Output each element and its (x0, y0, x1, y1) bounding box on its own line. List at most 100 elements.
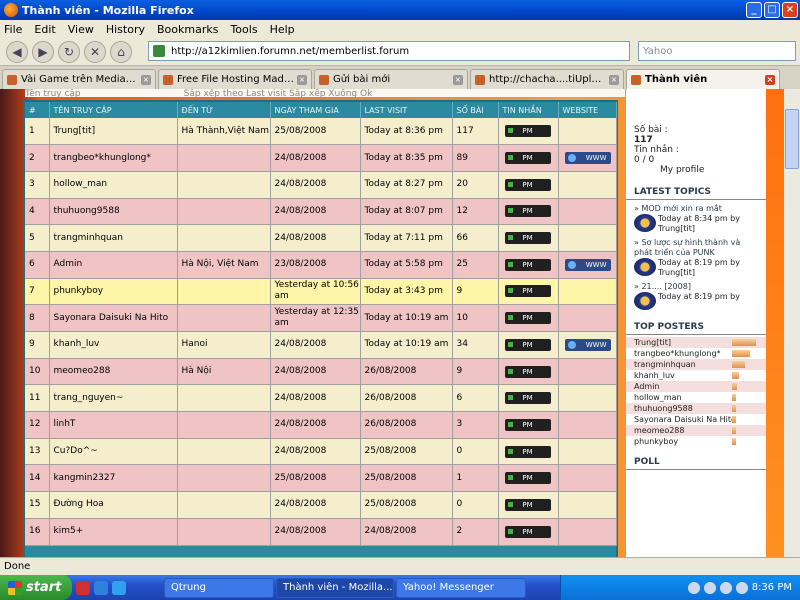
my-profile-link[interactable]: My profile (634, 165, 758, 175)
back-icon[interactable]: ◀ (6, 40, 28, 63)
poster-name-link[interactable]: Sayonara Daisuki Na Hito (634, 415, 732, 424)
tab-close-icon[interactable]: × (453, 74, 463, 85)
poster-name-link[interactable]: phunkyboy (634, 437, 732, 446)
search-box[interactable]: Yahoo (638, 41, 796, 61)
volume-icon[interactable] (719, 581, 732, 594)
member-name-link[interactable]: phunkyboy (49, 278, 178, 306)
member-name-link[interactable]: hollow_man (49, 171, 178, 199)
ok-button[interactable]: Ok (360, 89, 372, 97)
poster-name-link[interactable]: khanh_luv (634, 371, 732, 380)
pm-button[interactable]: PM (504, 125, 551, 138)
pm-button[interactable]: PM (504, 365, 551, 378)
pm-button[interactable]: PM (504, 258, 551, 271)
member-name-link[interactable]: Admin (49, 251, 178, 279)
forward-icon[interactable]: ▶ (32, 40, 54, 63)
tab-close-icon[interactable]: × (609, 74, 619, 85)
maximize-button[interactable]: □ (764, 2, 780, 18)
member-name-link[interactable]: Sayonara Daisuki Na Hito (49, 304, 178, 332)
column-header[interactable]: TÊN TRUY CẬP (49, 102, 178, 118)
scrollbar-thumb[interactable] (785, 109, 799, 169)
menu-item-tools[interactable]: Tools (230, 23, 257, 36)
column-header[interactable]: SỐ BÀI (452, 102, 499, 118)
tab-4[interactable]: Thành viên × (626, 69, 780, 89)
network-icon[interactable] (735, 581, 748, 594)
tab-close-icon[interactable]: × (765, 74, 775, 85)
close-button[interactable]: × (782, 2, 798, 18)
pm-button[interactable]: PM (504, 152, 551, 165)
taskbar-button-1[interactable]: Thành viên - Mozilla... (276, 577, 394, 598)
tab-0[interactable]: Vài Game trên MediaFire - Ga...× (2, 69, 156, 89)
stop-icon[interactable]: ✕ (84, 40, 106, 63)
poster-name-link[interactable]: meomeo288 (634, 426, 732, 435)
menu-item-bookmarks[interactable]: Bookmarks (157, 23, 218, 36)
poster-name-link[interactable]: trangminhquan (634, 360, 732, 369)
quicklaunch-icon[interactable] (76, 580, 90, 595)
tab-close-icon[interactable]: × (141, 74, 151, 85)
menu-item-edit[interactable]: Edit (34, 23, 55, 36)
website-button[interactable]: WWW (564, 152, 611, 165)
menu-item-help[interactable]: Help (270, 23, 295, 36)
member-name-link[interactable]: kim5+ (49, 518, 178, 546)
menu-item-file[interactable]: File (4, 23, 22, 36)
column-header[interactable]: # (25, 102, 50, 118)
column-header[interactable]: NGÀY THAM GIA (270, 102, 361, 118)
topic-title-link[interactable]: » Sơ lược sự hình thành và phát triển củ… (634, 238, 758, 258)
media-icon[interactable] (703, 581, 716, 594)
pm-button[interactable]: PM (504, 178, 551, 191)
menu-item-view[interactable]: View (68, 23, 94, 36)
member-name-link[interactable]: trangminhquan (49, 224, 178, 252)
tab-1[interactable]: Free File Hosting Made Simpl...× (158, 69, 312, 89)
taskbar-button-2[interactable]: Yahoo! Messenger (396, 577, 526, 598)
topic-title-link[interactable]: » 21.... [2008] (634, 282, 758, 292)
member-name-link[interactable]: Đường Hoa (49, 491, 178, 519)
poster-name-link[interactable]: Admin (634, 382, 732, 391)
pm-button[interactable]: PM (504, 498, 551, 511)
pm-button[interactable]: PM (504, 418, 551, 431)
poster-name-link[interactable]: trangbeo*khunglong* (634, 349, 732, 358)
member-name-link[interactable]: thuhuong9588 (49, 198, 178, 226)
poster-name-link[interactable]: hollow_man (634, 393, 732, 402)
sort-select[interactable]: Last visit (246, 89, 286, 97)
pm-button[interactable]: PM (504, 472, 551, 485)
home-icon[interactable]: ⌂ (110, 40, 132, 63)
tab-2[interactable]: Gửi bài mới × (314, 69, 468, 89)
pm-button[interactable]: PM (504, 392, 551, 405)
poster-name-link[interactable]: Trung[tit] (634, 338, 732, 347)
quicklaunch-icon[interactable] (112, 580, 126, 595)
column-header[interactable]: LAST VISIT (360, 102, 453, 118)
column-header[interactable]: ĐẾN TỪ (177, 102, 271, 118)
tab-close-icon[interactable]: × (297, 74, 307, 85)
member-name-link[interactable]: khanh_luv (49, 331, 178, 359)
member-name-link[interactable]: trangbeo*khunglong* (49, 144, 178, 172)
website-button[interactable]: WWW (564, 258, 611, 271)
minimize-button[interactable]: _ (746, 2, 762, 18)
url-bar[interactable]: http://a12kimlien.forumn.net/memberlist.… (148, 41, 630, 61)
quicklaunch-icon[interactable] (94, 580, 108, 595)
pm-button[interactable]: PM (504, 312, 551, 325)
start-button[interactable]: start (0, 575, 72, 600)
member-name-link[interactable]: Cu?Do^~ (49, 438, 178, 466)
pm-button[interactable]: PM (504, 205, 551, 218)
member-name-link[interactable]: meomeo288 (49, 358, 178, 386)
menu-item-history[interactable]: History (106, 23, 145, 36)
poster-name-link[interactable]: thuhuong9588 (634, 404, 732, 413)
member-name-link[interactable]: kangmin2327 (49, 464, 178, 493)
member-name-link[interactable]: trang_nguyen~ (49, 384, 178, 413)
pm-button[interactable]: PM (504, 525, 551, 538)
vertical-scrollbar[interactable] (784, 89, 800, 557)
order-select[interactable]: Xuống (328, 89, 357, 97)
topic-title-link[interactable]: » MOD mới xin ra mắt (634, 204, 758, 214)
tab-3[interactable]: http://chacha....tiUploadResult× (470, 69, 624, 89)
column-header[interactable]: TIN NHẮN (498, 102, 559, 118)
column-header[interactable]: WEBSITE (558, 102, 617, 118)
media-icon[interactable] (687, 581, 700, 594)
pm-button[interactable]: PM (504, 338, 551, 351)
reload-icon[interactable]: ↻ (58, 40, 80, 63)
pm-button[interactable]: PM (504, 232, 551, 245)
member-name-link[interactable]: Trung[tit] (49, 118, 178, 146)
pm-button[interactable]: PM (504, 285, 551, 298)
pm-button[interactable]: PM (504, 445, 551, 458)
taskbar-button-0[interactable]: Qtrung (164, 577, 274, 598)
member-name-link[interactable]: linhT (49, 411, 178, 439)
website-button[interactable]: WWW (564, 338, 611, 351)
